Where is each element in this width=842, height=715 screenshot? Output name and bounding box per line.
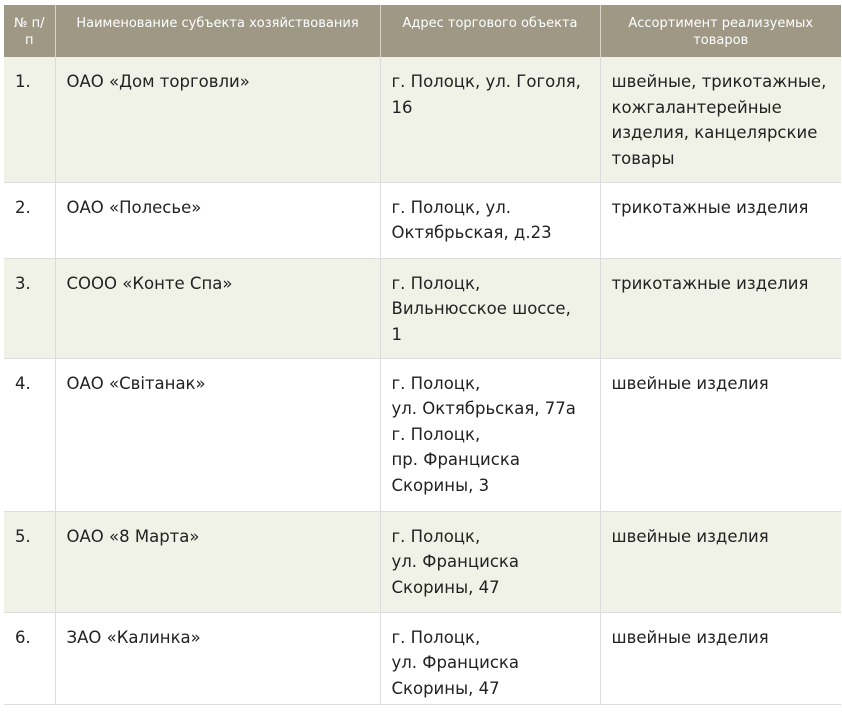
row-number: 1. bbox=[4, 57, 55, 183]
stores-table: № п/п Наименование субъекта хозяйствован… bbox=[4, 5, 841, 705]
address-line: ул. Франциска bbox=[391, 552, 519, 571]
address-line: ул. Франциска bbox=[391, 653, 519, 672]
header-store-address: Адрес торгового объекта bbox=[379, 5, 600, 57]
address-line: г. Полоцк, bbox=[391, 526, 481, 546]
goods-assortment: швейные изделия bbox=[599, 511, 841, 613]
goods-line: швейные изделия bbox=[611, 373, 769, 393]
table-row: 4. ОАО «Світанак» г. Полоцк, ул. Октябрьска… bbox=[4, 358, 841, 512]
address-line: ул. Октябрьская, 77а bbox=[391, 399, 576, 418]
entity-name: ОАО «Дом торговли» bbox=[54, 57, 380, 183]
header-entity-name: Наименование субъекта хозяйствования bbox=[54, 5, 380, 57]
address-line: г. Полоцк, ул. Гоголя, bbox=[391, 72, 581, 91]
row-number: 6. bbox=[4, 612, 55, 705]
address-line: г. Полоцк, bbox=[391, 424, 481, 444]
address-line: пр. Франциска bbox=[391, 450, 520, 469]
table-row: 1. ОАО «Дом торговли» г. Полоцк, ул. Гогол… bbox=[4, 57, 841, 183]
table-row: 3. СООО «Конте Спа» г. Полоцк, Вильнюсское … bbox=[4, 258, 841, 359]
header-row: № п/п Наименование субъекта хозяйствован… bbox=[4, 5, 841, 57]
entity-name: ОАО «8 Марта» bbox=[54, 511, 380, 613]
table-body: 1. ОАО «Дом торговли» г. Полоцк, ул. Гогол… bbox=[4, 57, 841, 705]
address-line: г. Полоцк, bbox=[391, 373, 481, 393]
goods-line: кожгалантерейные bbox=[611, 97, 782, 117]
table-row: 6. ЗАО «Калинка» г. Полоцк, ул. Франциска Ск… bbox=[4, 612, 841, 705]
goods-line: швейные, трикотажные, bbox=[611, 72, 827, 91]
store-address: г. Полоцк, ул. Октябрьская, 77а г. Полоцк,… bbox=[379, 358, 600, 512]
store-address: г. Полоцк, ул. Франциска Скорины, 47 bbox=[379, 612, 600, 705]
entity-name: ОАО «Полесье» bbox=[54, 182, 380, 259]
address-line: Вильнюсское шоссе, bbox=[391, 299, 571, 318]
table-row: 2. ОАО «Полесье» г. Полоцк, ул. Октябрьская… bbox=[4, 182, 841, 259]
header-number: № п/п bbox=[4, 5, 55, 57]
address-line: 16 bbox=[391, 97, 413, 117]
goods-line: товары bbox=[611, 148, 675, 168]
entity-name: ОАО «Світанак» bbox=[54, 358, 380, 512]
row-number: 5. bbox=[4, 511, 55, 613]
address-line: Скорины, 47 bbox=[391, 678, 500, 698]
goods-assortment: швейные изделия bbox=[599, 358, 841, 512]
table-row: 5. ОАО «8 Марта» г. Полоцк, ул. Франциска Ск… bbox=[4, 511, 841, 613]
store-address: г. Полоцк, ул. Франциска Скорины, 47 bbox=[379, 511, 600, 613]
address-line: 1 bbox=[391, 324, 403, 344]
row-number: 4. bbox=[4, 358, 55, 512]
row-number: 3. bbox=[4, 258, 55, 359]
goods-line: швейные изделия bbox=[611, 526, 769, 546]
address-line: г. Полоцк, ул. bbox=[391, 197, 512, 217]
address-line: Октябрьская, д.23 bbox=[391, 223, 552, 242]
goods-assortment: швейные, трикотажные, кожгалантерейные изд… bbox=[599, 57, 841, 183]
store-address: г. Полоцк, ул. Гоголя, 16 bbox=[379, 57, 600, 183]
goods-line: швейные изделия bbox=[611, 627, 769, 647]
row-number: 2. bbox=[4, 182, 55, 259]
entity-name: ЗАО «Калинка» bbox=[54, 612, 380, 705]
address-line: Скорины, 3 bbox=[391, 475, 490, 495]
header-goods-assortment: Ассортимент реализуемых товаров bbox=[599, 5, 841, 57]
goods-assortment: трикотажные изделия bbox=[599, 182, 841, 259]
goods-line: трикотажные изделия bbox=[611, 197, 809, 217]
goods-assortment: швейные изделия bbox=[599, 612, 841, 705]
entity-name: СООО «Конте Спа» bbox=[54, 258, 380, 359]
table-header: № п/п Наименование субъекта хозяйствован… bbox=[4, 5, 841, 57]
goods-assortment: трикотажные изделия bbox=[599, 258, 841, 359]
goods-line: трикотажные изделия bbox=[611, 273, 809, 293]
store-address: г. Полоцк, Вильнюсское шоссе, 1 bbox=[379, 258, 600, 359]
goods-line: изделия, канцелярские bbox=[611, 123, 818, 142]
address-line: г. Полоцк, bbox=[391, 627, 481, 647]
address-line: Скорины, 47 bbox=[391, 577, 500, 597]
store-address: г. Полоцк, ул. Октябрьская, д.23 bbox=[379, 182, 600, 259]
address-line: г. Полоцк, bbox=[391, 273, 481, 293]
